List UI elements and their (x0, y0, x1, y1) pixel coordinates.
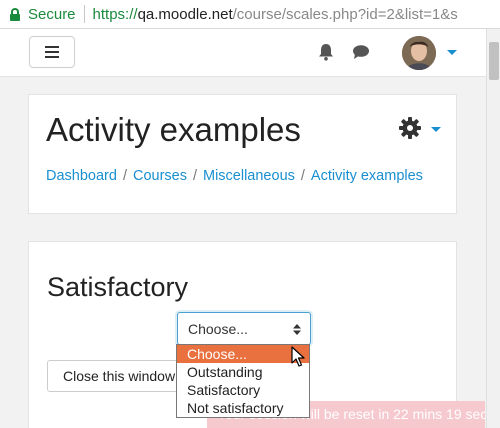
hamburger-menu-button[interactable] (29, 36, 75, 68)
chevron-down-icon[interactable] (431, 127, 441, 132)
scale-select[interactable]: Choose... (177, 312, 311, 345)
scale-title: Satisfactory (47, 272, 189, 302)
updown-arrows-icon (293, 324, 301, 335)
top-navbar (0, 29, 486, 77)
option-not-satisfactory[interactable]: Not satisfactory (177, 399, 309, 417)
bell-icon[interactable] (318, 43, 334, 61)
chat-icon[interactable] (352, 44, 370, 60)
breadcrumb-separator: / (122, 168, 127, 184)
page-header-card: Activity examples Dashboard / Courses / … (28, 94, 457, 214)
url-scheme: https:// (92, 5, 138, 23)
lock-icon (10, 7, 20, 21)
gear-icon[interactable] (399, 117, 421, 139)
page-scrollbar[interactable] (486, 29, 500, 428)
option-choose[interactable]: Choose... (177, 345, 309, 363)
secure-label: Secure (28, 5, 76, 23)
option-outstanding[interactable]: Outstanding (177, 363, 309, 381)
mouse-cursor-icon (291, 346, 305, 367)
page-title: Activity examples (46, 111, 301, 148)
breadcrumb-separator: / (192, 168, 197, 184)
select-dropdown-list[interactable]: Choose... Outstanding Satisfactory Not s… (176, 344, 310, 418)
url-host: qa.moodle.net (137, 5, 233, 23)
select-value: Choose... (188, 321, 248, 337)
url-path: /course/scales.php?id=2&list=1&s (232, 5, 458, 23)
user-avatar[interactable] (402, 36, 436, 70)
hamburger-icon (45, 46, 59, 48)
scrollbar-thumb[interactable] (489, 42, 499, 80)
option-satisfactory[interactable]: Satisfactory (177, 381, 309, 399)
address-bar[interactable]: Secure https:// qa.moodle.net /course/sc… (0, 0, 500, 29)
breadcrumb: Dashboard / Courses / Miscellaneous / Ac… (46, 168, 423, 184)
breadcrumb-courses[interactable]: Courses (133, 168, 187, 184)
breadcrumb-separator: / (300, 168, 305, 184)
breadcrumb-dashboard[interactable]: Dashboard (46, 168, 117, 184)
breadcrumb-miscellaneous[interactable]: Miscellaneous (203, 168, 295, 184)
chevron-down-icon[interactable] (447, 50, 457, 55)
breadcrumb-activity-examples[interactable]: Activity examples (311, 168, 423, 184)
divider (83, 5, 85, 23)
